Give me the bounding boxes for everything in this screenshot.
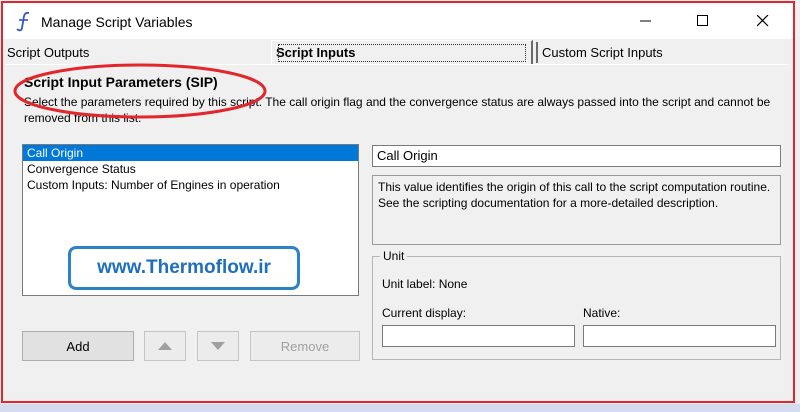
current-display-label: Current display: (382, 306, 467, 320)
remove-button[interactable]: Remove (250, 331, 360, 361)
minimize-button[interactable] (626, 7, 666, 35)
manage-script-variables-window: Manage Script Variables Script Outputs S… (0, 0, 800, 412)
list-item[interactable]: Call Origin (23, 145, 358, 161)
watermark-logo: www.Thermoflow.ir (68, 246, 300, 290)
up-arrow-icon (158, 342, 172, 350)
close-button[interactable] (743, 7, 783, 35)
tab-custom-script-inputs[interactable]: Custom Script Inputs (536, 42, 793, 63)
script-function-icon (15, 10, 35, 32)
window-title: Manage Script Variables (41, 14, 193, 30)
parameter-name-field[interactable]: Call Origin (372, 145, 781, 167)
tab-strip: Script Outputs Script Inputs Custom Scri… (3, 40, 793, 64)
tab-script-inputs[interactable]: Script Inputs (271, 40, 533, 64)
unit-label-text: Unit label: None (382, 277, 468, 291)
add-button[interactable]: Add (22, 331, 134, 361)
title-bar: Manage Script Variables (3, 3, 793, 39)
annotation-ellipse (13, 63, 267, 119)
current-display-field[interactable] (382, 325, 575, 347)
focus-rectangle (278, 44, 526, 62)
list-item[interactable]: Convergence Status (23, 161, 358, 177)
maximize-icon (697, 15, 708, 26)
list-item[interactable]: Custom Inputs: Number of Engines in oper… (23, 177, 358, 193)
minimize-icon (640, 20, 651, 22)
tab-script-outputs[interactable]: Script Outputs (3, 42, 268, 63)
move-down-button[interactable] (197, 331, 239, 361)
parameter-description-box: This value identifies the origin of this… (372, 175, 781, 245)
bottom-strip (0, 404, 800, 412)
native-field[interactable] (583, 325, 776, 347)
close-icon (757, 15, 769, 27)
maximize-button[interactable] (683, 7, 723, 35)
move-up-button[interactable] (144, 331, 186, 361)
parameter-description-text: This value identifies the origin of this… (378, 180, 771, 210)
native-label: Native: (583, 306, 621, 320)
unit-group-legend: Unit (380, 249, 408, 263)
down-arrow-icon (211, 342, 225, 350)
